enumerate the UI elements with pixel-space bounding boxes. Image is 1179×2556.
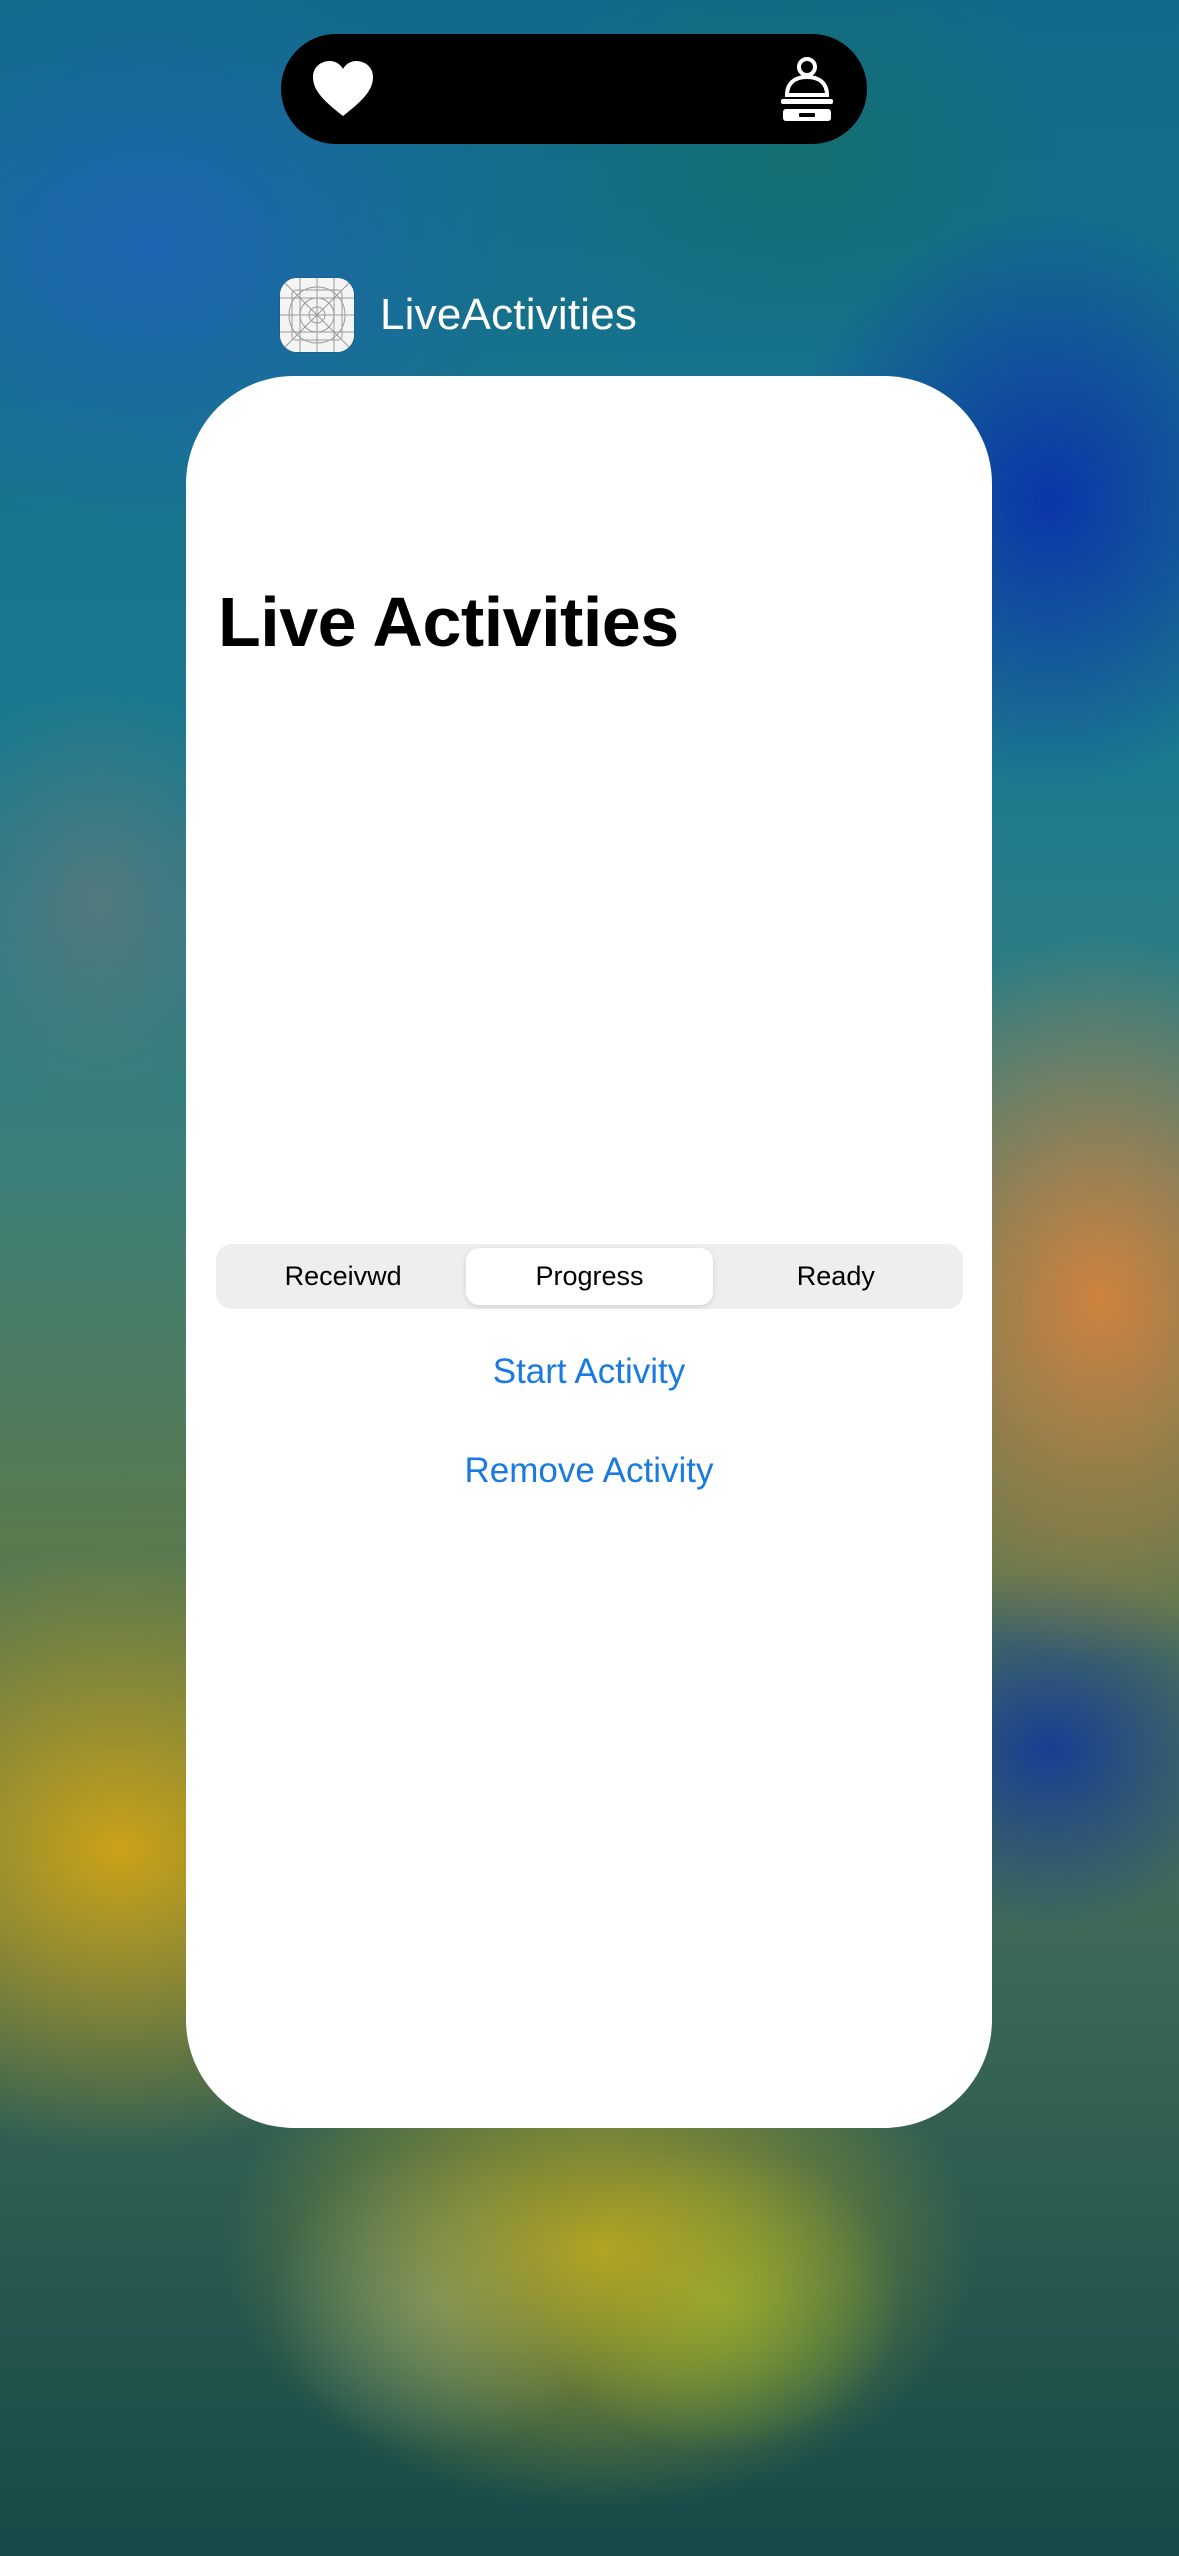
dynamic-island[interactable] bbox=[281, 34, 867, 144]
page-title: Live Activities bbox=[218, 583, 679, 661]
app-placeholder-grid-icon[interactable] bbox=[280, 278, 354, 352]
segment-progress[interactable]: Progress bbox=[466, 1248, 713, 1305]
remove-activity-button[interactable]: Remove Activity bbox=[186, 1451, 992, 1491]
status-segmented-control[interactable]: Receivwd Progress Ready bbox=[216, 1244, 963, 1309]
app-switcher-header: LiveActivities bbox=[280, 277, 637, 353]
app-name-label: LiveActivities bbox=[380, 290, 638, 339]
app-preview-card[interactable]: Live Activities Receivwd Progress Ready … bbox=[186, 376, 992, 2128]
service-bell-icon bbox=[781, 57, 833, 121]
start-activity-button[interactable]: Start Activity bbox=[186, 1352, 992, 1392]
heart-icon bbox=[313, 61, 373, 116]
segment-received[interactable]: Receivwd bbox=[220, 1248, 466, 1305]
segment-ready[interactable]: Ready bbox=[713, 1248, 959, 1305]
